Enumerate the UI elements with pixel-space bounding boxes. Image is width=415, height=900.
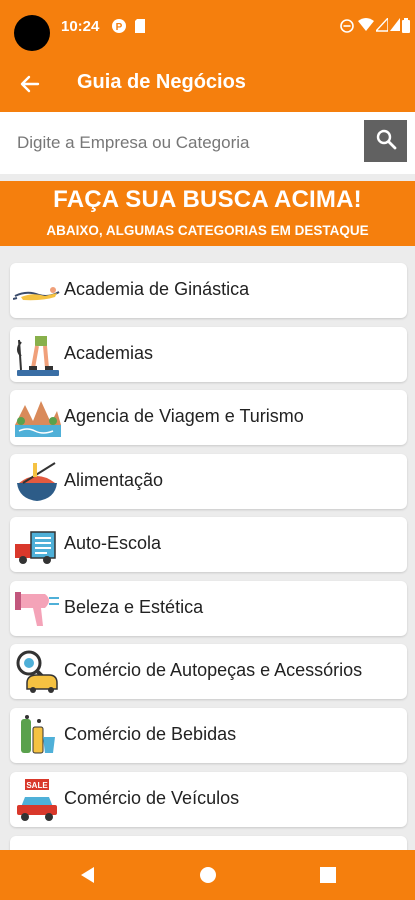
arrow-left-icon (14, 75, 46, 104)
landscape-icon (13, 395, 61, 441)
category-card[interactable]: SALE Comércio de Veículos (10, 772, 407, 827)
signal-icon (390, 18, 400, 37)
food-bowl-icon (13, 459, 61, 505)
gymnast-icon (12, 268, 61, 314)
category-list[interactable]: Academia de Ginástica Academias Agencia … (0, 246, 415, 850)
category-label: Academia de Ginástica (64, 279, 250, 299)
category-card[interactable]: Agencia de Viagem e Turismo (10, 390, 407, 445)
hair-dryer-icon (13, 586, 61, 632)
banner-title: FAÇA SUA BUSCA ACIMA! (53, 186, 362, 213)
category-label: Beleza e Estética (64, 597, 204, 617)
svg-text:SALE: SALE (26, 781, 48, 790)
sd-card-icon (134, 18, 146, 39)
battery-icon (402, 18, 410, 38)
featured-banner: FAÇA SUA BUSCA ACIMA! ABAIXO, ALGUMAS CA… (0, 181, 415, 246)
category-label: Alimentação (64, 470, 164, 490)
search-icon (375, 128, 397, 155)
category-label: Agencia de Viagem e Turismo (64, 406, 304, 426)
signal-icon (374, 16, 389, 37)
category-card[interactable] (10, 836, 407, 850)
category-card[interactable]: Auto-Escola (10, 517, 407, 572)
category-card[interactable]: Comércio de Bebidas (10, 708, 407, 763)
search-input[interactable] (0, 112, 360, 174)
square-recents-icon (316, 867, 340, 891)
status-time: 10:24 (61, 18, 100, 35)
system-nav-bar (0, 850, 415, 900)
back-button[interactable] (14, 68, 46, 100)
car-sale-icon: SALE (13, 777, 61, 823)
exercise-machine-icon (13, 332, 61, 378)
category-card[interactable]: Academia de Ginástica (10, 263, 407, 318)
circle-home-icon (196, 867, 220, 891)
banner-subtitle: ABAIXO, ALGUMAS CATEGORIAS EM DESTAQUE (46, 223, 369, 238)
svg-text:P: P (116, 22, 123, 33)
category-label: Academias (64, 343, 154, 363)
camera-cutout (14, 15, 50, 51)
category-card[interactable]: Alimentação (10, 454, 407, 509)
nav-home-button[interactable] (196, 863, 220, 887)
triangle-back-icon (76, 867, 100, 891)
app-bar: Guia de Negócios (0, 56, 415, 112)
category-label: Comércio de Veículos (64, 788, 240, 808)
search-button[interactable] (364, 120, 407, 162)
category-label: Comércio de Bebidas (64, 724, 237, 744)
nav-recents-button[interactable] (316, 863, 340, 887)
category-card[interactable]: Academias (10, 327, 407, 382)
page-title: Guia de Negócios (77, 71, 246, 93)
wifi-icon (358, 18, 374, 37)
nav-back-button[interactable] (76, 863, 100, 887)
beverages-icon (13, 713, 61, 759)
do-not-disturb-icon (340, 18, 354, 39)
search-bar (0, 112, 415, 174)
category-card[interactable]: Comércio de Autopeças e Acessórios (10, 644, 407, 699)
car-parts-icon (13, 649, 61, 695)
pinterest-icon: P (111, 18, 127, 39)
status-bar: 10:24 P (0, 0, 415, 56)
category-label: Auto-Escola (64, 533, 162, 553)
driving-school-truck-icon (13, 522, 61, 568)
category-label: Comércio de Autopeças e Acessórios (64, 660, 363, 680)
category-card[interactable]: Beleza e Estética (10, 581, 407, 636)
